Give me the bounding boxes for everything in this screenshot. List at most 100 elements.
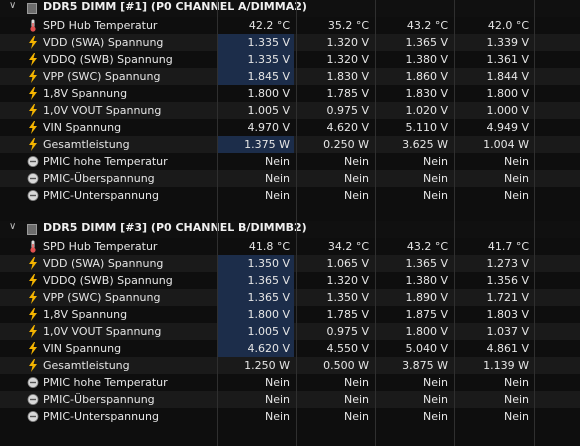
current-value-cell: 1.365 V [218, 289, 294, 306]
sensor-label: PMIC-Überspannung [43, 393, 155, 406]
table-row[interactable]: PMIC-Überspannung Nein Nein Nein Nein [0, 391, 580, 408]
sensor-name-cell: VDDQ (SWB) Spannung [0, 51, 217, 68]
table-row[interactable]: 1,8V Spannung 1.800 V 1.785 V 1.875 V 1.803 … [0, 306, 580, 323]
table-row[interactable]: 1,0V VOUT Spannung 1.005 V 0.975 V 1.020 V 1… [0, 102, 580, 119]
sensor-label: VDDQ (SWB) Spannung [43, 53, 173, 66]
table-row[interactable]: VDD (SWA) Spannung 1.350 V 1.065 V 1.365 V 1… [0, 255, 580, 272]
column-divider [534, 0, 535, 446]
max-value-cell: 43.2 °C [406, 19, 448, 32]
sensor-label: 1,8V Spannung [43, 87, 128, 100]
sensor-label: 1,0V VOUT Spannung [43, 104, 162, 117]
chevron-down-icon[interactable]: ∨ [9, 221, 16, 232]
table-row[interactable]: PMIC-Unterspannung Nein Nein Nein Nein [0, 187, 580, 204]
lightning-icon [27, 70, 39, 83]
circle-dash-icon [27, 410, 39, 423]
sensor-name-cell: PMIC-Überspannung [0, 170, 217, 187]
max-value-cell: Nein [422, 155, 448, 168]
lightning-icon [27, 36, 39, 49]
min-value-cell: 0.975 V [326, 325, 369, 338]
sensor-name-cell: VDD (SWA) Spannung [0, 34, 217, 51]
current-value-cell: 1.845 V [218, 68, 294, 85]
column-divider [217, 0, 218, 446]
current-value-cell: 4.620 V [218, 340, 294, 357]
avg-value-cell: 1.339 V [486, 36, 529, 49]
table-row[interactable]: VPP (SWC) Spannung 1.365 V 1.350 V 1.890 V 1… [0, 289, 580, 306]
avg-value-cell: Nein [503, 155, 529, 168]
column-divider [454, 0, 455, 446]
sensor-table: ∨ DDR5 DIMM [#1] (P0 CHANNEL A/DIMMA2) S… [0, 0, 580, 446]
max-value-cell: Nein [422, 376, 448, 389]
sensor-label: VPP (SWC) Spannung [43, 291, 161, 304]
max-value-cell: 43.2 °C [406, 240, 448, 253]
circle-dash-icon [27, 393, 39, 406]
avg-value-cell: 1.000 V [486, 104, 529, 117]
sensor-label: Gesamtleistung [43, 138, 130, 151]
current-value-cell: 1.005 V [218, 323, 294, 340]
table-row[interactable]: VDDQ (SWB) Spannung 1.365 V 1.320 V 1.380 V… [0, 272, 580, 289]
avg-value-cell: 1.273 V [486, 257, 529, 270]
avg-value-cell: Nein [503, 189, 529, 202]
sensor-name-cell: Gesamtleistung [0, 357, 217, 374]
max-value-cell: 5.110 V [405, 121, 448, 134]
table-row[interactable]: PMIC hohe Temperatur Nein Nein Nein Nein [0, 153, 580, 170]
sensor-label: PMIC hohe Temperatur [43, 376, 168, 389]
table-row[interactable]: SPD Hub Temperatur 41.8 °C 34.2 °C 43.2 °C 4… [0, 238, 580, 255]
sensor-name-cell: VDDQ (SWB) Spannung [0, 272, 217, 289]
lightning-icon [27, 87, 39, 100]
lightning-icon [27, 308, 39, 321]
current-value-cell: Nein [264, 376, 290, 389]
min-value-cell: 1.320 V [326, 274, 369, 287]
sensor-name-cell: 1,8V Spannung [0, 306, 217, 323]
table-row[interactable]: 1,0V VOUT Spannung 1.005 V 0.975 V 1.800 V 1… [0, 323, 580, 340]
sensor-label: VDD (SWA) Spannung [43, 257, 164, 270]
avg-value-cell: 1.361 V [486, 53, 529, 66]
max-value-cell: Nein [422, 189, 448, 202]
table-row[interactable]: PMIC hohe Temperatur Nein Nein Nein Nein [0, 374, 580, 391]
thermometer-icon [27, 19, 39, 32]
table-row[interactable]: VPP (SWC) Spannung 1.845 V 1.830 V 1.860 V 1… [0, 68, 580, 85]
sensor-label: VIN Spannung [43, 342, 122, 355]
table-row[interactable]: Gesamtleistung 1.375 W 0.250 W 3.625 W 1.004… [0, 136, 580, 153]
lightning-icon [27, 342, 39, 355]
avg-value-cell: 42.0 °C [487, 19, 529, 32]
sensor-name-cell: 1,8V Spannung [0, 85, 217, 102]
max-value-cell: 1.860 V [405, 70, 448, 83]
table-row[interactable]: VDD (SWA) Spannung 1.335 V 1.320 V 1.365 V 1… [0, 34, 580, 51]
current-value-cell: 1.335 V [218, 34, 294, 51]
table-row[interactable]: 1,8V Spannung 1.800 V 1.785 V 1.830 V 1.800 … [0, 85, 580, 102]
chevron-down-icon[interactable]: ∨ [9, 0, 16, 11]
group-title: DDR5 DIMM [#1] (P0 CHANNEL A/DIMMA2) [43, 0, 307, 13]
sensor-name-cell: Gesamtleistung [0, 136, 217, 153]
table-row[interactable]: VDDQ (SWB) Spannung 1.335 V 1.320 V 1.380 V… [0, 51, 580, 68]
min-value-cell: Nein [343, 155, 369, 168]
sensor-name-cell: VPP (SWC) Spannung [0, 68, 217, 85]
avg-value-cell: 1.004 W [483, 138, 529, 151]
sensor-name-cell: VDD (SWA) Spannung [0, 255, 217, 272]
min-value-cell: Nein [343, 376, 369, 389]
min-value-cell: 1.830 V [326, 70, 369, 83]
max-value-cell: 1.365 V [405, 257, 448, 270]
circle-dash-icon [27, 189, 39, 202]
group-header[interactable]: ∨ DDR5 DIMM [#1] (P0 CHANNEL A/DIMMA2) [0, 0, 580, 17]
current-value-cell: 1.005 V [247, 104, 290, 117]
table-row[interactable]: VIN Spannung 4.620 V 4.550 V 5.040 V 4.861 V [0, 340, 580, 357]
current-value-cell: 1.800 V [247, 87, 290, 100]
avg-value-cell: Nein [503, 172, 529, 185]
sensor-label: 1,0V VOUT Spannung [43, 325, 162, 338]
current-value-cell: 1.365 V [218, 272, 294, 289]
table-row[interactable]: VIN Spannung 4.970 V 4.620 V 5.110 V 4.949 V [0, 119, 580, 136]
table-row[interactable]: Gesamtleistung 1.250 W 0.500 W 3.875 W 1.139… [0, 357, 580, 374]
table-row[interactable]: SPD Hub Temperatur 42.2 °C 35.2 °C 43.2 °C 4… [0, 17, 580, 34]
group-header[interactable]: ∨ DDR5 DIMM [#3] (P0 CHANNEL B/DIMMB2) [0, 221, 580, 238]
sensor-name-cell: VPP (SWC) Spannung [0, 289, 217, 306]
memory-chip-icon [27, 224, 37, 235]
min-value-cell: 1.350 V [326, 291, 369, 304]
table-row[interactable]: PMIC-Überspannung Nein Nein Nein Nein [0, 170, 580, 187]
circle-dash-icon [27, 376, 39, 389]
max-value-cell: 1.830 V [405, 87, 448, 100]
table-row[interactable]: PMIC-Unterspannung Nein Nein Nein Nein [0, 408, 580, 425]
min-value-cell: 1.785 V [326, 308, 369, 321]
min-value-cell: 1.065 V [326, 257, 369, 270]
lightning-icon [27, 291, 39, 304]
max-value-cell: 1.380 V [405, 274, 448, 287]
